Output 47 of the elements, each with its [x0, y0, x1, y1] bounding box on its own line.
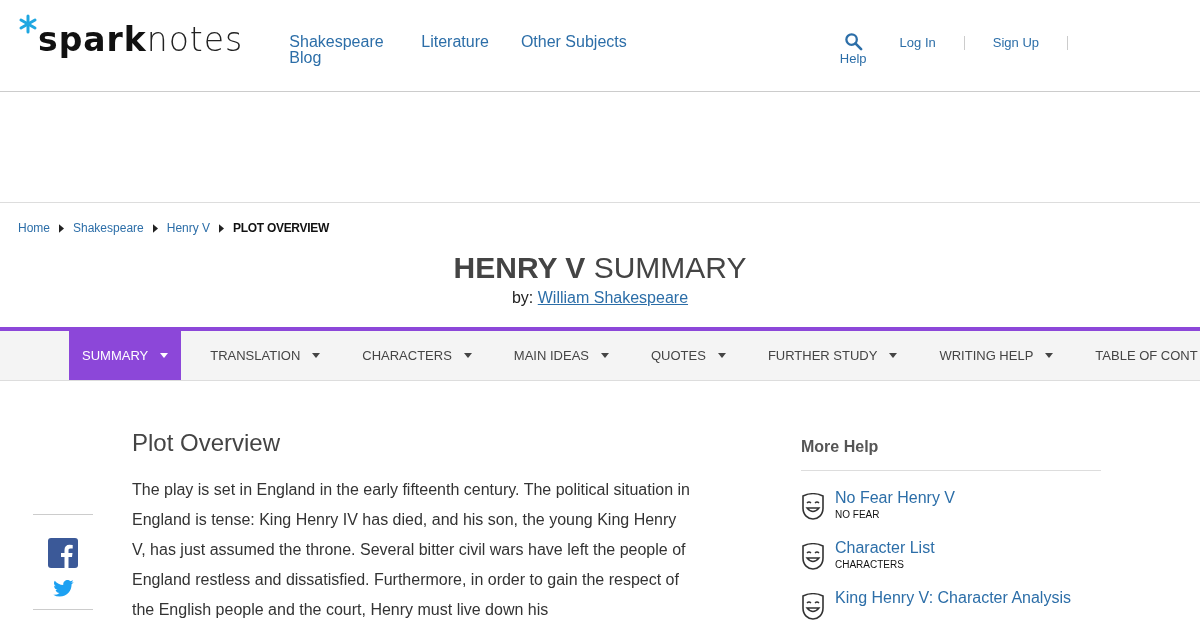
theater-mask-icon — [801, 593, 825, 621]
caret-icon — [59, 223, 64, 233]
caret-icon — [1045, 353, 1054, 358]
caret-icon — [312, 353, 321, 358]
nav-tab[interactable]: SUMMARY — [69, 331, 182, 380]
theater-mask-icon — [801, 493, 825, 521]
resource-category: NO FEAR — [835, 509, 881, 520]
account-link[interactable]: Log In — [899, 35, 936, 50]
sparknotes-logo[interactable]: sparknotes — [18, 14, 244, 56]
section-heading: Plot Overview — [132, 429, 282, 457]
nav-link[interactable]: Literature — [421, 34, 489, 66]
caret-icon — [601, 353, 609, 358]
caret-icon — [889, 353, 898, 358]
nav-tab[interactable]: TABLE OF CONT — [1082, 331, 1198, 380]
caret-icon — [152, 223, 158, 233]
caret-icon — [219, 223, 225, 233]
by-label: by: — [511, 289, 534, 306]
more-help-heading: More Help — [801, 438, 1101, 471]
facebook-icon[interactable] — [48, 538, 78, 568]
caret-icon — [463, 353, 472, 358]
caret-icon — [160, 353, 169, 358]
search-icon — [843, 32, 863, 51]
resource-link[interactable]: No Fear Henry V — [835, 489, 956, 507]
theater-mask-icon — [801, 543, 825, 571]
nav-link[interactable]: Shakespeare Blog — [289, 34, 390, 66]
asterisk-icon — [18, 14, 38, 34]
nav-tab[interactable]: CHARACTERS — [349, 331, 485, 380]
breadcrumb-link[interactable]: Home — [18, 221, 50, 235]
nav-tab[interactable]: QUOTES — [638, 331, 739, 380]
nav-link[interactable]: Other Subjects — [520, 34, 627, 66]
breadcrumb-link[interactable]: Henry V — [166, 221, 211, 235]
bird-icon[interactable] — [52, 580, 74, 597]
author-link[interactable]: William Shakespeare — [537, 289, 689, 306]
caret-icon — [717, 353, 726, 358]
help-link[interactable]: Help — [839, 32, 867, 66]
summary-paragraph: The play is set in England in the early fifteenth century. The political situation in England is tense: King Henry IV has died, and his son, the young King Henry V, has just assumed the throne. Several bitter civil wars have left the people of England restless and dissatisfied. Furthermore, in order to gain the respect of the English people and the court, Henry must live down his — [132, 480, 691, 620]
resource-link[interactable]: King Henry V: Character Analysis — [835, 589, 1071, 607]
nav-tab[interactable]: TRANSLATION — [197, 331, 334, 380]
nav-tab[interactable]: WRITING HELP — [926, 331, 1067, 380]
nav-tab[interactable]: FURTHER STUDY — [754, 331, 911, 380]
breadcrumb-link[interactable]: Shakespeare — [73, 221, 144, 235]
nav-tab[interactable]: MAIN IDEAS — [500, 331, 622, 380]
account-link[interactable]: Sign Up — [992, 35, 1039, 50]
page-title: HENRY V SUMMARY — [452, 251, 748, 285]
resource-link[interactable]: Character List — [835, 539, 935, 557]
resource-category: CHARACTERS — [835, 559, 905, 570]
breadcrumb-current: PLOT OVERVIEW — [233, 221, 329, 235]
